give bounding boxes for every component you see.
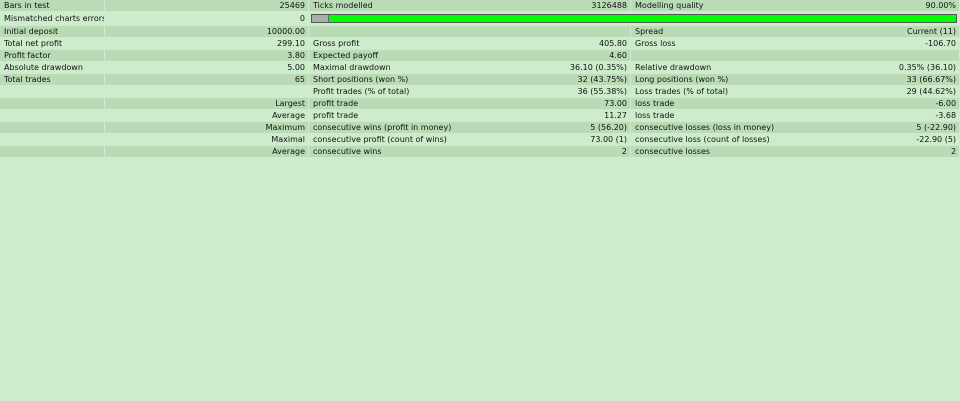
gross-profit-value: 405.80 [599,39,628,48]
cell-value: 299.10 [105,38,309,50]
row-group-label: Average [105,146,309,158]
largest-loss-value: -6.00 [935,99,957,108]
cell-label: Total trades [0,74,105,86]
max-consecutive-losses-label: consecutive losses (loss in money) [635,123,775,132]
short-positions-label: Short positions (won %) [313,75,409,84]
table-row: Profit factor 3.80 Expected payoff 4.60 [0,50,960,62]
profit-trades-label: Profit trades (% of total) [313,87,410,96]
table-row: Average profit trade 11.27 loss trade -3… [0,110,960,122]
max-consecutive-wins-value: 5 (56.20) [590,123,628,132]
cell-label: Bars in test [0,0,105,12]
table-row: Maximum consecutive wins (profit in mone… [0,122,960,134]
max-consecutive-losses-value: 5 (-22.90) [916,123,957,132]
relative-drawdown-value: 0.35% (36.10) [898,63,957,72]
expected-payoff-label: Expected payoff [313,51,378,60]
average-profit-label: profit trade [313,111,359,120]
maximal-consecutive-loss-label: consecutive loss (count of losses) [635,135,770,144]
expected-payoff-value: 4.60 [609,51,628,60]
cell-label: Mismatched charts errors [0,12,105,26]
spread-label: Spread [635,27,664,36]
table-row: Total net profit 299.10 Gross profit 405… [0,38,960,50]
modelling-quality-label: Modelling quality [635,1,704,10]
table-row: Mismatched charts errors 0 [0,12,960,26]
table-row: Total trades 65 Short positions (won %) … [0,74,960,86]
maximal-consecutive-profit-label: consecutive profit (count of wins) [313,135,447,144]
profit-trades-value: 36 (55.38%) [577,87,628,96]
quality-bar-empty-segment [312,15,329,22]
quality-bar-track [311,14,958,23]
table-row: Bars in test 25469 Ticks modelled 312648… [0,0,960,12]
row-group-label: Maximum [105,122,309,134]
cell-label: Ticks modelled 3126488 [309,0,632,12]
relative-drawdown-label: Relative drawdown [635,63,712,72]
cell-label: Initial deposit [0,26,105,38]
short-positions-value: 32 (43.75%) [577,75,628,84]
maximal-consecutive-loss-value: -22.90 (5) [916,135,957,144]
table-row: Maximal consecutive profit (count of win… [0,134,960,146]
modelling-quality-value: 90.00% [925,1,957,10]
long-positions-value: 33 (66.67%) [906,75,957,84]
gross-profit-label: Gross profit [313,39,360,48]
average-consecutive-wins-label: consecutive wins [313,147,382,156]
average-consecutive-wins-value: 2 [621,147,628,156]
modelling-quality-bar [309,12,960,26]
table-row: Initial deposit 10000.00 Spread Current … [0,26,960,38]
gross-loss-value: -106.70 [925,39,957,48]
long-positions-label: Long positions (won %) [635,75,729,84]
average-loss-value: -3.68 [935,111,957,120]
strategy-report-table: Bars in test 25469 Ticks modelled 312648… [0,0,960,158]
row-group-label: Maximal [105,134,309,146]
maximal-drawdown-label: Maximal drawdown [313,63,391,72]
cell-label: Modelling quality 90.00% [631,0,960,12]
cell-value: 65 [105,74,309,86]
loss-trades-value: 29 (44.62%) [906,87,957,96]
max-consecutive-wins-label: consecutive wins (profit in money) [313,123,452,132]
cell-value: 0 [105,12,309,26]
table-row: Largest profit trade 73.00 loss trade -6… [0,98,960,110]
average-profit-value: 11.27 [604,111,628,120]
largest-profit-value: 73.00 [604,99,628,108]
table-row: Profit trades (% of total) 36 (55.38%) L… [0,86,960,98]
maximal-drawdown-value: 36.10 (0.35%) [569,63,628,72]
average-consecutive-losses-value: 2 [950,147,957,156]
row-group-label: Largest [105,98,309,110]
cell-value: 5.00 [105,62,309,74]
table-row: Average consecutive wins 2 consecutive l… [0,146,960,158]
row-group-label: Average [105,110,309,122]
largest-loss-label: loss trade [635,99,675,108]
cell-value: 3.80 [105,50,309,62]
largest-profit-label: profit trade [313,99,359,108]
cell-value: 25469 [105,0,309,12]
spread-value: Current (11) [907,27,957,36]
ticks-modelled-value: 3126488 [591,1,628,10]
cell-label: Absolute drawdown [0,62,105,74]
average-consecutive-losses-label: consecutive losses [635,147,711,156]
ticks-modelled-label: Ticks modelled [313,1,373,10]
maximal-consecutive-profit-value: 73.00 (1) [590,135,628,144]
table-row: Absolute drawdown 5.00 Maximal drawdown … [0,62,960,74]
cell-value: 10000.00 [105,26,309,38]
loss-trades-label: Loss trades (% of total) [635,87,729,96]
average-loss-label: loss trade [635,111,675,120]
cell-label: Profit factor [0,50,105,62]
cell-label: Total net profit [0,38,105,50]
gross-loss-label: Gross loss [635,39,676,48]
